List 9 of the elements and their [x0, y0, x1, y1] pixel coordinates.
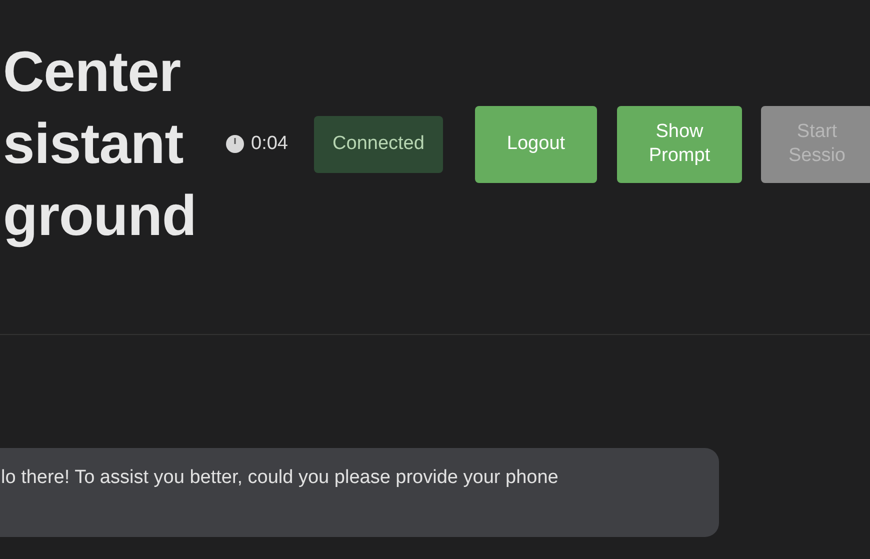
clock-icon	[225, 134, 245, 154]
page-title: sistant	[2, 111, 184, 178]
action-button[interactable]: Show Prompt	[616, 106, 742, 182]
page-title: Center	[2, 39, 182, 106]
page-title: ground	[2, 183, 198, 250]
connection-status: Connected	[314, 116, 443, 172]
chat-message: lo there! To assist you better, could you please provide your phone	[0, 448, 719, 537]
session-timer: 0:04	[251, 133, 288, 155]
action-button[interactable]: Logout	[474, 106, 597, 182]
